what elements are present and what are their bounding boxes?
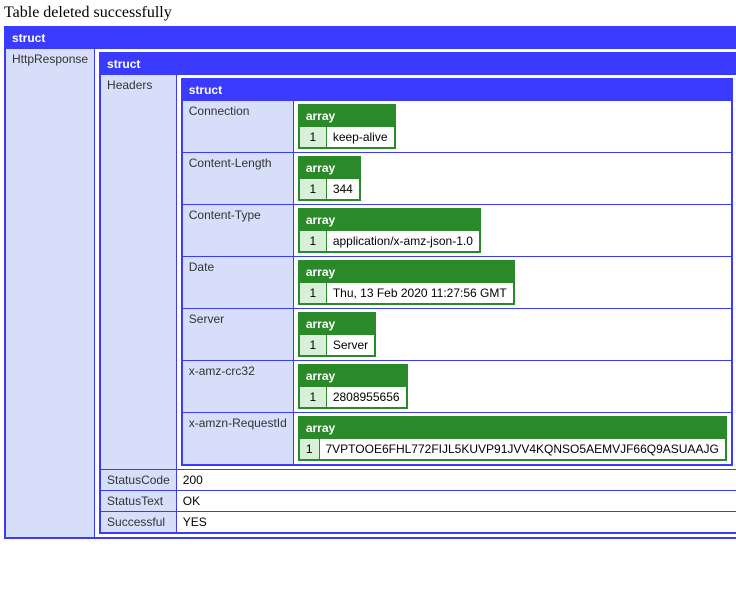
array-header: array [299, 209, 480, 231]
array-header: array [299, 365, 407, 387]
value-status-text: OK [176, 491, 736, 512]
array-index: 1 [299, 127, 327, 149]
array-date: array 1 Thu, 13 Feb 2020 11:27:56 GMT [298, 260, 515, 305]
array-value: 7VPTOOE6FHL772FIJL5KUVP91JVV4KQNSO5AEMVJ… [319, 439, 726, 461]
array-header: array [299, 105, 395, 127]
key-connection: Connection [182, 101, 294, 153]
key-request-id: x-amzn-RequestId [182, 413, 294, 466]
array-content-type: array 1 application/x-amz-json-1.0 [298, 208, 481, 253]
status-text-text: OK [181, 494, 202, 508]
array-value: Server [326, 335, 375, 357]
array-index: 1 [299, 231, 327, 253]
array-request-id: array 1 7VPTOOE6FHL772FIJL5KUVP91JVV4KQN… [298, 416, 727, 461]
value-server: array 1 Server [293, 309, 731, 361]
value-status-code: 200 [176, 470, 736, 491]
struct-header: struct [100, 53, 736, 75]
array-index: 1 [299, 179, 327, 201]
key-date: Date [182, 257, 294, 309]
key-http-response: HttpResponse [5, 49, 95, 539]
array-value: 2808955656 [326, 387, 406, 409]
value-http-response: struct Headers struct [95, 49, 736, 539]
key-headers: Headers [100, 75, 176, 470]
array-header: array [299, 261, 514, 283]
array-crc32: array 1 2808955656 [298, 364, 408, 409]
value-content-length: array 1 344 [293, 153, 731, 205]
array-header: array [299, 313, 375, 335]
key-content-length: Content-Length [182, 153, 294, 205]
array-content-length: array 1 344 [298, 156, 361, 201]
key-status-text: StatusText [100, 491, 176, 512]
value-headers: struct Connection array [176, 75, 736, 470]
value-request-id: array 1 7VPTOOE6FHL772FIJL5KUVP91JVV4KQN… [293, 413, 731, 466]
array-value: Thu, 13 Feb 2020 11:27:56 GMT [326, 283, 513, 305]
array-header: array [299, 157, 360, 179]
array-value: application/x-amz-json-1.0 [326, 231, 480, 253]
headers-struct: struct Connection array [181, 78, 733, 466]
struct-header: struct [182, 79, 732, 101]
array-index: 1 [299, 439, 319, 461]
value-content-type: array 1 application/x-amz-json-1.0 [293, 205, 731, 257]
value-crc32: array 1 2808955656 [293, 361, 731, 413]
array-index: 1 [299, 283, 327, 305]
page-title: Table deleted successfully [4, 4, 732, 22]
value-connection: array 1 keep-alive [293, 101, 731, 153]
array-value: keep-alive [326, 127, 394, 149]
array-value: 344 [326, 179, 360, 201]
http-response-struct: struct Headers struct [99, 52, 736, 534]
key-status-code: StatusCode [100, 470, 176, 491]
array-index: 1 [299, 387, 327, 409]
array-header: array [299, 417, 726, 439]
successful-text: YES [181, 515, 209, 529]
value-successful: YES [176, 512, 736, 534]
key-successful: Successful [100, 512, 176, 534]
key-crc32: x-amz-crc32 [182, 361, 294, 413]
status-code-text: 200 [181, 473, 205, 487]
array-connection: array 1 keep-alive [298, 104, 396, 149]
value-date: array 1 Thu, 13 Feb 2020 11:27:56 GMT [293, 257, 731, 309]
key-server: Server [182, 309, 294, 361]
array-index: 1 [299, 335, 327, 357]
key-content-type: Content-Type [182, 205, 294, 257]
array-server: array 1 Server [298, 312, 376, 357]
root-struct: struct HttpResponse struct Headers [4, 26, 736, 539]
struct-header: struct [5, 27, 736, 49]
